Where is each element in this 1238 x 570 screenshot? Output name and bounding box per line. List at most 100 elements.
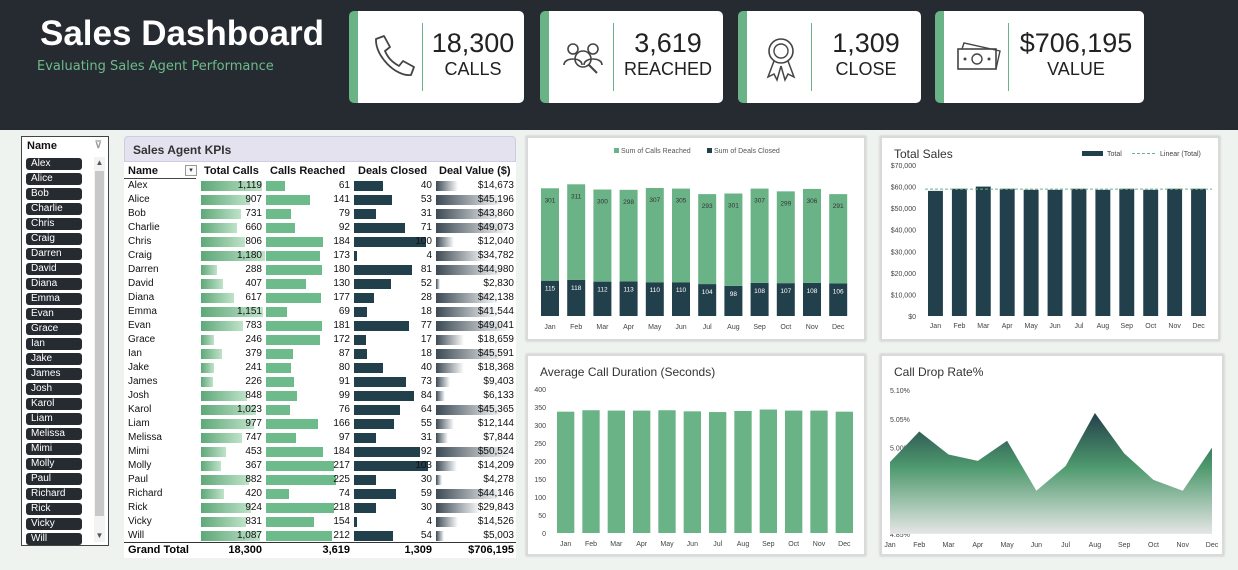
- slicer-item-josh[interactable]: Josh: [26, 383, 82, 395]
- bar-duration: [658, 410, 676, 533]
- table-row: David 407 130 52 $2,830: [124, 277, 516, 291]
- table-row: Darren 288 180 81 $44,980: [124, 263, 516, 277]
- x-tick-label: Apr: [1002, 323, 1014, 330]
- slicer-item-david[interactable]: David: [26, 263, 82, 275]
- row-deal-value: $49,041: [477, 320, 514, 331]
- table-row: Alice 907 141 53 $45,196: [124, 193, 516, 207]
- row-name: Darren: [128, 264, 159, 275]
- data-label: 107: [780, 288, 791, 295]
- slicer-scrollbar[interactable]: ▲ ▼: [94, 157, 105, 542]
- row-deals-closed: 4: [426, 250, 432, 261]
- table-row: Molly 367 217 103 $14,209: [124, 459, 516, 473]
- clear-filter-icon[interactable]: ⊽: [95, 140, 102, 151]
- table-row: Josh 848 99 84 $6,133: [124, 389, 516, 403]
- row-name: Diana: [128, 292, 155, 303]
- table-row: Jake 241 80 40 $18,368: [124, 361, 516, 375]
- slicer-item-melissa[interactable]: Melissa: [26, 428, 82, 440]
- slicer-item-vicky[interactable]: Vicky: [26, 518, 82, 530]
- row-name: Emma: [128, 306, 157, 317]
- row-name: Will: [128, 530, 145, 541]
- slicer-item-jake[interactable]: Jake: [26, 353, 82, 365]
- scroll-up-icon[interactable]: ▲: [95, 158, 104, 168]
- data-label: 299: [780, 200, 791, 207]
- filter-dropdown-icon[interactable]: ▾: [185, 165, 197, 176]
- stacked-bar-chart: Sum of Calls Reached Sum of Deals Closed 3…: [541, 148, 848, 331]
- row-calls-reached: 212: [333, 530, 350, 541]
- bar-total: [1071, 188, 1087, 316]
- slicer-item-grace[interactable]: Grace: [26, 323, 82, 335]
- x-tick-label: Jun: [675, 324, 686, 331]
- legend-label: Total: [1107, 151, 1122, 158]
- row-total-calls: 379: [245, 348, 262, 359]
- slicer-item-will[interactable]: Will: [26, 533, 82, 545]
- row-total-calls: 848: [245, 390, 262, 401]
- data-label: 110: [676, 287, 687, 294]
- slicer-item-paul[interactable]: Paul: [26, 473, 82, 485]
- row-deals-closed: 31: [420, 432, 432, 443]
- row-deals-closed: 17: [420, 334, 432, 345]
- row-total-calls: 660: [245, 222, 262, 233]
- x-tick-label: Feb: [953, 323, 965, 330]
- row-total-calls: 367: [245, 460, 262, 471]
- slicer-item-mimi[interactable]: Mimi: [26, 443, 82, 455]
- y-tick-label: $20,000: [891, 271, 916, 278]
- slicer-item-ian[interactable]: Ian: [26, 338, 82, 350]
- row-calls-reached: 177: [333, 292, 350, 303]
- chart-title: Total Sales: [894, 147, 953, 161]
- row-name: Liam: [128, 418, 150, 429]
- y-tick-label: 150: [534, 477, 546, 484]
- row-calls-reached: 184: [333, 236, 350, 247]
- phone-icon: [375, 35, 415, 76]
- y-tick-label: $30,000: [891, 249, 916, 256]
- data-label: 108: [807, 288, 818, 295]
- x-tick-label: Sep: [753, 324, 766, 331]
- slicer-item-richard[interactable]: Richard: [26, 488, 82, 500]
- kpi-card-value: $706,195: [1019, 28, 1133, 58]
- y-tick-label: $50,000: [891, 206, 916, 213]
- slicer-item-alex[interactable]: Alex: [26, 158, 82, 170]
- slicer-item-karol[interactable]: Karol: [26, 398, 82, 410]
- data-label: 293: [702, 203, 713, 210]
- slicer-item-molly[interactable]: Molly: [26, 458, 82, 470]
- scroll-down-icon[interactable]: ▼: [95, 531, 104, 541]
- slicer-scroll-thumb[interactable]: [95, 171, 104, 516]
- slicer-item-alice[interactable]: Alice: [26, 173, 82, 185]
- slicer-item-charlie[interactable]: Charlie: [26, 203, 82, 215]
- slicer-item-bob[interactable]: Bob: [26, 188, 82, 200]
- bar-duration: [633, 410, 651, 533]
- x-tick-label: Jun: [1031, 542, 1042, 549]
- slicer-item-chris[interactable]: Chris: [26, 218, 82, 230]
- bar-total: [1095, 189, 1111, 316]
- row-deals-closed: 4: [426, 516, 432, 527]
- row-total-calls: 977: [245, 418, 262, 429]
- slicer-item-diana[interactable]: Diana: [26, 278, 82, 290]
- y-tick-label: $60,000: [891, 185, 916, 192]
- bar-duration: [759, 409, 777, 533]
- slicer-item-evan[interactable]: Evan: [26, 308, 82, 320]
- row-total-calls: 831: [245, 516, 262, 527]
- slicer-item-james[interactable]: James: [26, 368, 82, 380]
- grand-total-label: Grand Total: [128, 544, 189, 556]
- slicer-item-rick[interactable]: Rick: [26, 503, 82, 515]
- name-slicer[interactable]: Name ⊽ Alex Alice Bob Charlie Chris Craig Darr…: [21, 136, 109, 546]
- slicer-item-darren[interactable]: Darren: [26, 248, 82, 260]
- slicer-item-craig[interactable]: Craig: [26, 233, 82, 245]
- row-total-calls: 288: [245, 264, 262, 275]
- bar-duration: [557, 411, 575, 533]
- row-total-calls: 407: [245, 278, 262, 289]
- row-name: Vicky: [128, 516, 152, 527]
- slicer-item-emma[interactable]: Emma: [26, 293, 82, 305]
- x-tick-label: Apr: [636, 541, 648, 548]
- chart-total-sales: Total Sales Total Linear (Total) $0 $10,000…: [880, 136, 1220, 341]
- slicer-item-liam[interactable]: Liam: [26, 413, 82, 425]
- row-total-calls: 453: [245, 446, 262, 457]
- row-deals-closed: 52: [420, 278, 432, 289]
- slicer-title: Name ⊽: [27, 140, 102, 152]
- table-row: Richard 420 74 59 $44,146: [124, 487, 516, 501]
- data-label: 108: [754, 288, 765, 295]
- x-tick-label: Jan: [544, 324, 555, 331]
- grand-total-reached: 3,619: [322, 544, 350, 556]
- data-label: 306: [807, 198, 818, 205]
- chart-drop-rate: Call Drop Rate% 4.85%4.90%4.95%5.00%5.05…: [880, 354, 1224, 556]
- bar-total: [999, 188, 1015, 316]
